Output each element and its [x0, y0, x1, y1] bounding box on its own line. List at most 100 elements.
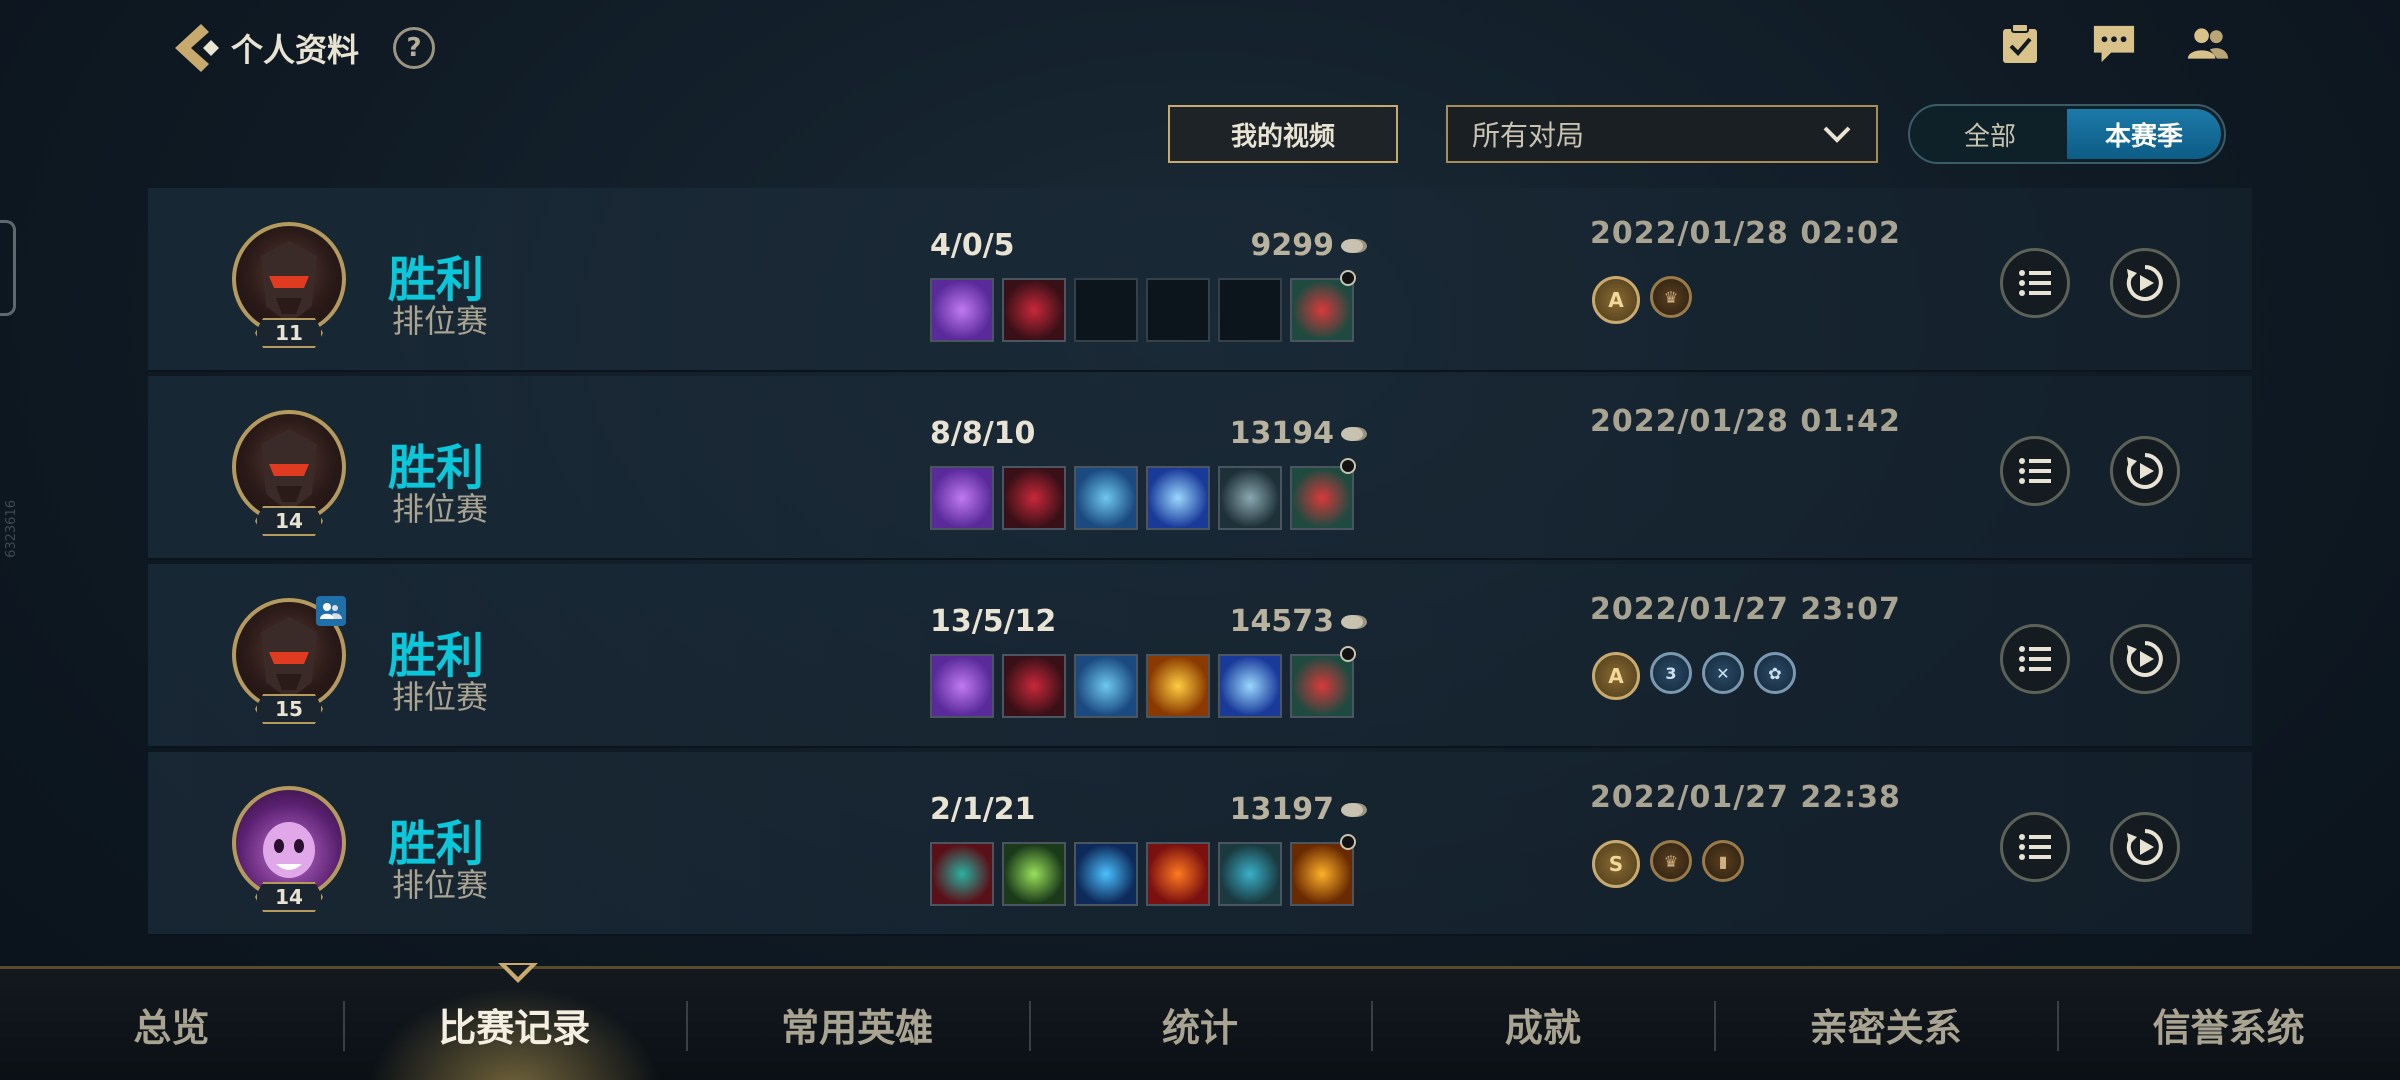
gold-earned: 9299 — [1168, 228, 1368, 263]
boot-enchant-icon — [1340, 646, 1356, 662]
item-build — [930, 646, 1356, 718]
season-option-current[interactable]: 本赛季 — [2067, 109, 2221, 159]
match-replay-button[interactable] — [2110, 248, 2180, 318]
party-icon — [316, 596, 346, 626]
gold-earned: 13194 — [1168, 416, 1368, 451]
match-date: 2022/01/28 01:42 — [1590, 404, 1901, 439]
replay-icon — [2126, 453, 2163, 489]
blue-dragon-item-icon[interactable] — [1074, 842, 1138, 906]
nav-tab[interactable]: 信誉系统 — [2057, 969, 2400, 1080]
top-right-icons — [1998, 22, 2230, 66]
green-orb-item-icon[interactable] — [1002, 842, 1066, 906]
match-award-badge-icon[interactable]: 3 — [1650, 652, 1692, 694]
clipboard-check-icon[interactable] — [1998, 22, 2042, 66]
left-edge-handle[interactable] — [0, 220, 16, 316]
replay-icon — [2126, 265, 2163, 301]
match-row[interactable]: 15 胜利 排位赛 13/5/12 14573 2022/01/27 23:07… — [148, 564, 2252, 748]
match-details-button[interactable] — [2000, 248, 2070, 318]
match-details-button[interactable] — [2000, 812, 2070, 882]
match-award-badge-icon[interactable]: A — [1592, 652, 1640, 700]
list-icon — [2019, 646, 2051, 672]
grey-sword-item-icon[interactable] — [1218, 466, 1282, 530]
champion-level-badge: 15 — [255, 694, 323, 724]
match-replay-button[interactable] — [2110, 624, 2180, 694]
empty-item-slot — [1074, 278, 1138, 342]
nav-tab[interactable]: 比赛记录 — [342, 969, 686, 1080]
dark-blade-item-icon[interactable] — [1002, 654, 1066, 718]
match-row[interactable]: 14 胜利 排位赛 8/8/10 13194 2022/01/28 01:42 — [148, 376, 2252, 560]
red-helm-item-icon[interactable] — [930, 842, 994, 906]
sun-burst-item-icon[interactable] — [1290, 834, 1356, 906]
match-replay-button[interactable] — [2110, 436, 2180, 506]
match-mode: 排位赛 — [392, 490, 489, 528]
match-row[interactable]: 14 胜利 排位赛 2/1/21 13197 2022/01/27 22:38 … — [148, 752, 2252, 936]
ice-blade-item-icon[interactable] — [1218, 654, 1282, 718]
match-row[interactable]: 11 胜利 排位赛 4/0/5 9299 2022/01/28 02:02 A ♛ — [148, 188, 2252, 372]
kda-score: 13/5/12 — [930, 604, 1057, 639]
gold-earned: 14573 — [1168, 604, 1368, 639]
match-mode: 排位赛 — [392, 302, 489, 340]
match-award-badge-icon[interactable]: ✕ — [1702, 652, 1744, 694]
match-award-badge-icon[interactable]: ♛ — [1650, 840, 1692, 882]
season-option-all[interactable]: 全部 — [1913, 109, 2067, 159]
gold-coin-icon — [1341, 614, 1367, 629]
help-icon[interactable]: ? — [393, 27, 436, 69]
match-mode: 排位赛 — [392, 866, 489, 904]
purple-sword-item-icon[interactable] — [930, 278, 994, 342]
kda-score: 4/0/5 — [930, 228, 1015, 263]
purple-sword-item-icon[interactable] — [930, 466, 994, 530]
match-type-value: 所有对局 — [1472, 119, 1585, 152]
match-award-badge-icon[interactable]: S — [1592, 840, 1640, 888]
red-flame-item-icon[interactable] — [1146, 842, 1210, 906]
teal-pouch-item-icon[interactable] — [1218, 842, 1282, 906]
nav-tab[interactable]: 常用英雄 — [685, 969, 1029, 1080]
match-history-list: 11 胜利 排位赛 4/0/5 9299 2022/01/28 02:02 A ♛… — [148, 188, 2252, 940]
red-boots-item-icon[interactable] — [1290, 270, 1356, 342]
gold-value: 13194 — [1229, 416, 1334, 451]
match-award-badge-icon[interactable]: ♛ — [1650, 276, 1692, 318]
fire-orb-item-icon[interactable] — [1146, 654, 1210, 718]
match-details-button[interactable] — [2000, 436, 2070, 506]
chevron-down-icon — [1823, 126, 1851, 143]
purple-sword-item-icon[interactable] — [930, 654, 994, 718]
gold-value: 9299 — [1250, 228, 1335, 263]
blue-bow-item-icon[interactable] — [1074, 654, 1138, 718]
side-id-text: 6323616 — [4, 500, 19, 558]
dark-blade-item-icon[interactable] — [1002, 278, 1066, 342]
item-build — [930, 834, 1356, 906]
nav-tab[interactable]: 统计 — [1028, 969, 1372, 1080]
back-arrow-icon[interactable] — [165, 18, 221, 78]
match-replay-button[interactable] — [2110, 812, 2180, 882]
nav-tab[interactable]: 总览 — [0, 969, 343, 1080]
dark-blade-item-icon[interactable] — [1002, 466, 1066, 530]
gold-coin-icon — [1341, 426, 1367, 441]
season-toggle: 全部 本赛季 — [1908, 104, 2226, 164]
red-boots-item-icon[interactable] — [1290, 458, 1356, 530]
filter-bar: 我的视频 所有对局 全部 本赛季 — [1168, 104, 2226, 164]
page-header: 个人资料 ? — [165, 18, 436, 78]
kda-score: 8/8/10 — [930, 416, 1036, 451]
match-award-badge-icon[interactable]: ✿ — [1754, 652, 1796, 694]
item-build — [930, 270, 1356, 342]
match-badges: S ♛ ▮ — [1592, 840, 1744, 888]
match-type-dropdown[interactable]: 所有对局 — [1446, 105, 1878, 163]
empty-item-slot — [1218, 278, 1282, 342]
list-icon — [2019, 458, 2051, 484]
friends-icon[interactable] — [2186, 22, 2230, 66]
gold-earned: 13197 — [1168, 792, 1368, 827]
blue-bow-item-icon[interactable] — [1074, 466, 1138, 530]
nav-tab[interactable]: 亲密关系 — [1714, 969, 2057, 1080]
page-title: 个人资料 — [231, 31, 360, 69]
gold-coin-icon — [1341, 238, 1367, 253]
match-award-badge-icon[interactable]: ▮ — [1702, 840, 1744, 882]
my-videos-button[interactable]: 我的视频 — [1168, 105, 1398, 163]
nav-tab[interactable]: 成就 — [1371, 969, 1714, 1080]
replay-icon — [2126, 641, 2163, 677]
match-details-button[interactable] — [2000, 624, 2070, 694]
item-build — [930, 458, 1356, 530]
match-award-badge-icon[interactable]: A — [1592, 276, 1640, 324]
chat-bubble-icon[interactable] — [2092, 22, 2136, 66]
red-boots-item-icon[interactable] — [1290, 646, 1356, 718]
gold-value: 14573 — [1229, 604, 1334, 639]
ice-blade-item-icon[interactable] — [1146, 466, 1210, 530]
